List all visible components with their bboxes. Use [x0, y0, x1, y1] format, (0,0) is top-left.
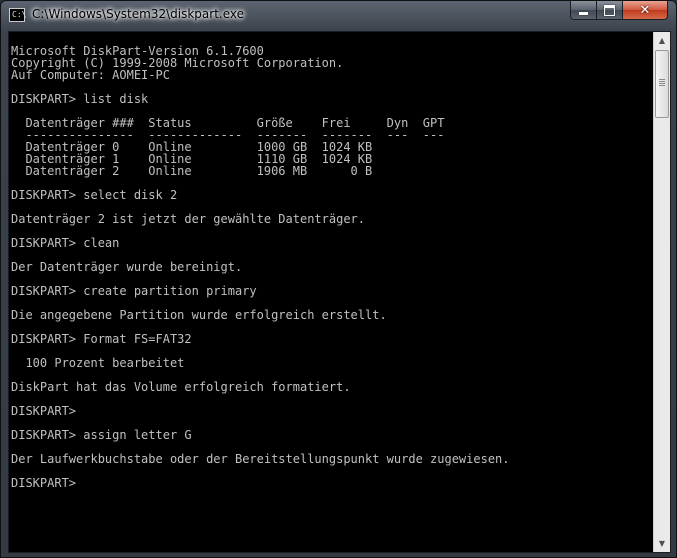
- console-frame: Microsoft DiskPart-Version 6.1.7600 Copy…: [8, 31, 671, 553]
- vertical-scrollbar[interactable]: ▲ ▼: [653, 32, 670, 552]
- window-title: C:\Windows\System32\diskpart.exe: [32, 7, 244, 21]
- console-line: DISKPART>: [11, 404, 77, 418]
- console-line: DISKPART> list disk: [11, 92, 149, 106]
- close-button[interactable]: ✕: [623, 1, 668, 20]
- scroll-grip-icon: [659, 79, 665, 87]
- console-output[interactable]: Microsoft DiskPart-Version 6.1.7600 Copy…: [9, 32, 653, 552]
- console-line: Datenträger 2 ist jetzt der gewählte Dat…: [11, 212, 366, 226]
- console-window: C:\ C:\Windows\System32\diskpart.exe ✕ M…: [0, 0, 677, 558]
- close-icon: ✕: [639, 2, 651, 18]
- console-line: DISKPART> create partition primary: [11, 284, 257, 298]
- maximize-button[interactable]: [597, 1, 623, 20]
- console-line: DISKPART> assign letter G: [11, 428, 192, 442]
- minimize-icon: [579, 11, 588, 15]
- console-app-icon[interactable]: C:\: [9, 8, 27, 22]
- console-line: 100 Prozent bearbeitet: [11, 356, 185, 370]
- console-line: Der Datenträger wurde bereinigt.: [11, 260, 243, 274]
- console-line: DISKPART> Format FS=FAT32: [11, 332, 192, 346]
- title-bar[interactable]: C:\ C:\Windows\System32\diskpart.exe ✕: [1, 1, 676, 31]
- console-line: Die angegebene Partition wurde erfolgrei…: [11, 308, 387, 322]
- console-line: DISKPART> select disk 2: [11, 188, 178, 202]
- console-line: Der Laufwerkbuchstabe oder der Bereitste…: [11, 452, 510, 466]
- console-line: DISKPART>: [11, 476, 77, 490]
- console-line: Auf Computer: AOMEI-PC: [11, 68, 170, 82]
- console-line: Datenträger 2 Online 1906 MB 0 B: [11, 164, 373, 178]
- scroll-down-button[interactable]: ▼: [654, 535, 670, 552]
- maximize-icon: [604, 4, 615, 16]
- console-text: Microsoft DiskPart-Version 6.1.7600 Copy…: [9, 32, 653, 489]
- console-app-icon-glyph: C:\: [12, 10, 27, 19]
- caption-buttons: ✕: [570, 1, 668, 21]
- console-line: DiskPart hat das Volume erfolgreich form…: [11, 380, 351, 394]
- minimize-button[interactable]: [570, 1, 597, 20]
- scroll-up-icon: ▲: [658, 36, 666, 45]
- scroll-up-button[interactable]: ▲: [654, 32, 670, 49]
- scroll-thumb[interactable]: [655, 50, 669, 118]
- console-line: DISKPART> clean: [11, 236, 120, 250]
- scroll-down-icon: ▼: [658, 539, 666, 548]
